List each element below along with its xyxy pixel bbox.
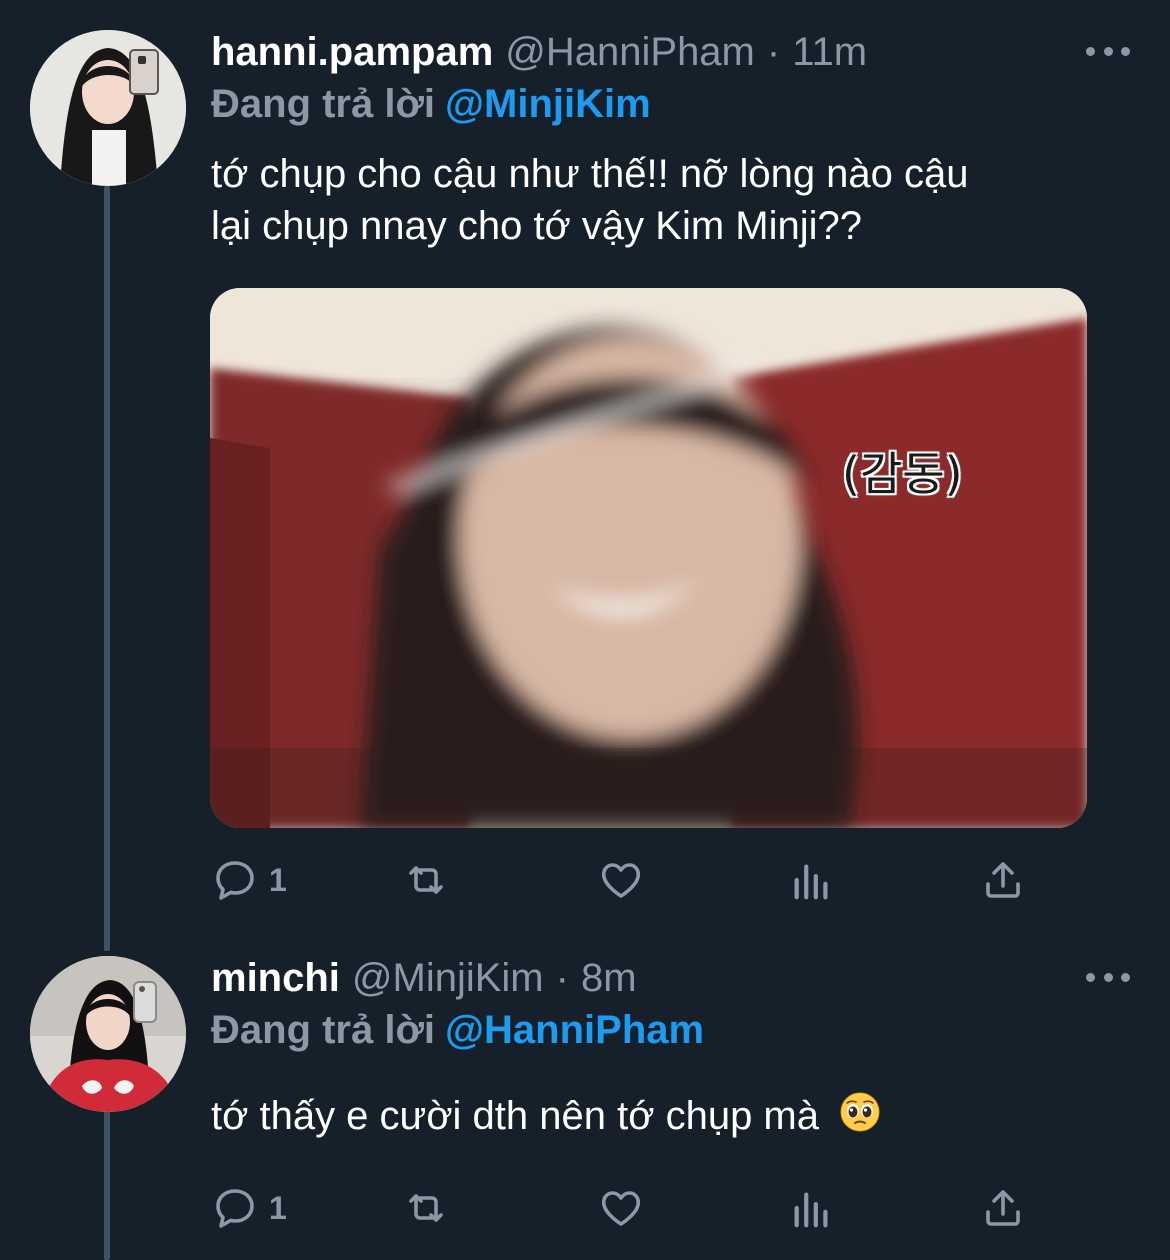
tweet-actions: 1: [211, 855, 1041, 905]
thread-view: hanni.pampam @HanniPham · 11m Đang trả l…: [0, 0, 1170, 1260]
retweet-button[interactable]: [401, 1183, 451, 1233]
timestamp[interactable]: 11m: [792, 30, 867, 75]
like-button[interactable]: [596, 855, 646, 905]
reply-button[interactable]: 1: [211, 855, 287, 905]
tweet[interactable]: hanni.pampam @HanniPham · 11m Đang trả l…: [0, 30, 1170, 910]
separator-dot: ·: [555, 956, 569, 1000]
user-handle[interactable]: @MinjiKim: [352, 956, 544, 1001]
share-icon: [986, 862, 1020, 898]
share-icon: [986, 1190, 1020, 1226]
reply-count: 1: [269, 861, 287, 898]
display-name[interactable]: hanni.pampam: [211, 30, 493, 75]
mention-link[interactable]: @MinjiKim: [445, 82, 651, 126]
retweet-button[interactable]: [401, 855, 451, 905]
tweet-header: minchi @MinjiKim · 8m: [211, 956, 637, 1006]
reply-icon: [216, 861, 254, 900]
like-icon: [601, 1191, 641, 1226]
replying-to: Đang trả lời @HanniPham: [211, 1008, 704, 1053]
like-icon: [601, 863, 641, 898]
pleading-face-emoji: [839, 1091, 881, 1146]
views-icon: [794, 864, 828, 900]
like-button[interactable]: [596, 1183, 646, 1233]
replying-to-label: Đang trả lời: [211, 82, 436, 126]
tweet-text-line: lại chụp nnay cho tớ vậy Kim Minji??: [211, 204, 862, 248]
replying-to: Đang trả lời @MinjiKim: [211, 82, 651, 127]
retweet-icon: [409, 1194, 443, 1222]
tweet-text-line: tớ thấy e cười dth nên tớ chụp mà: [211, 1094, 819, 1138]
reply-button[interactable]: 1: [211, 1183, 287, 1233]
more-options-icon[interactable]: [1086, 962, 1130, 992]
avatar[interactable]: [30, 956, 186, 1112]
tweet-header: hanni.pampam @HanniPham · 11m: [211, 30, 867, 80]
views-icon: [794, 1192, 828, 1228]
reply-icon: [216, 1189, 254, 1228]
replying-to-label: Đang trả lời: [211, 1008, 436, 1052]
tweet[interactable]: minchi @MinjiKim · 8m Đang trả lời @Hanni…: [0, 956, 1170, 1256]
share-button[interactable]: [979, 1183, 1027, 1233]
reply-count: 1: [269, 1189, 287, 1226]
display-name[interactable]: minchi: [211, 956, 340, 1001]
avatar[interactable]: [30, 30, 186, 186]
more-options-icon[interactable]: [1086, 36, 1130, 66]
user-handle[interactable]: @HanniPham: [505, 30, 755, 75]
retweet-icon: [409, 866, 443, 894]
views-button[interactable]: [789, 855, 835, 905]
tweet-text-line: tớ chụp cho cậu như thế!! nỡ lòng nào cậ…: [211, 152, 969, 196]
views-button[interactable]: [789, 1183, 835, 1233]
tweet-text: tớ thấy e cười dth nên tớ chụp mà: [211, 1090, 1111, 1146]
tweet-media-image[interactable]: (감동): [210, 288, 1087, 828]
tweet-actions: 1: [211, 1183, 1041, 1233]
tweet-text: tớ chụp cho cậu như thế!! nỡ lòng nào cậ…: [211, 148, 1111, 252]
separator-dot: ·: [766, 30, 781, 74]
share-button[interactable]: [979, 855, 1027, 905]
timestamp[interactable]: 8m: [581, 956, 637, 1001]
mention-link[interactable]: @HanniPham: [445, 1008, 704, 1052]
media-caption: (감동): [842, 447, 963, 501]
